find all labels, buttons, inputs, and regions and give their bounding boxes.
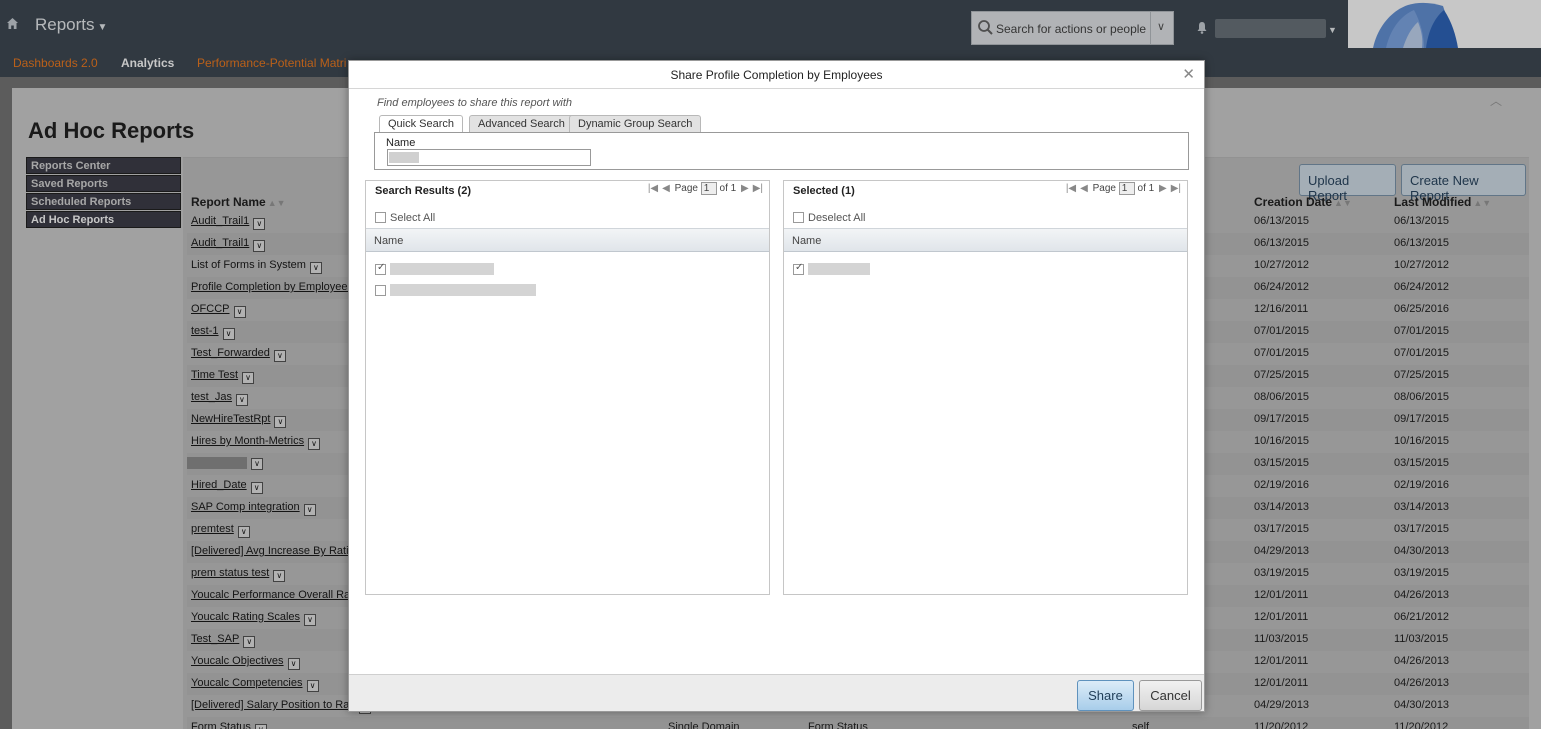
result-checkbox[interactable] bbox=[375, 285, 386, 296]
employee-name bbox=[390, 284, 536, 296]
page-label: Page bbox=[1092, 183, 1116, 195]
tab-dynamic-group-search[interactable]: Dynamic Group Search bbox=[569, 115, 702, 132]
prev-page-icon[interactable]: ◀ bbox=[1080, 183, 1088, 194]
list-item[interactable] bbox=[375, 283, 536, 297]
list-item[interactable] bbox=[793, 262, 870, 276]
employee-name bbox=[808, 263, 870, 275]
name-column-header: Name bbox=[792, 235, 822, 247]
list-item[interactable] bbox=[375, 262, 494, 276]
search-results-pager: |◀ ◀ Page 1 of 1 ▶ ▶| bbox=[646, 182, 765, 195]
last-page-icon[interactable]: ▶| bbox=[753, 183, 763, 194]
page-count: of 1 bbox=[719, 183, 737, 195]
deselect-all-checkbox[interactable] bbox=[793, 212, 804, 223]
dialog-footer: Share Cancel bbox=[349, 674, 1204, 711]
name-field-label: Name bbox=[386, 137, 416, 149]
share-dialog: Share Profile Completion by Employees ✕ … bbox=[348, 60, 1205, 712]
page-label: Page bbox=[674, 183, 698, 195]
quick-search-panel: Name bbox=[374, 132, 1189, 170]
search-results-panel: Search Results (2) |◀ ◀ Page 1 of 1 ▶ ▶| S… bbox=[365, 180, 770, 595]
page-number-input[interactable]: 1 bbox=[700, 182, 717, 195]
dialog-header: Share Profile Completion by Employees ✕ bbox=[349, 61, 1204, 89]
search-results-title: Search Results (2) bbox=[375, 185, 471, 197]
prev-page-icon[interactable]: ◀ bbox=[662, 183, 670, 194]
select-all-checkbox[interactable] bbox=[375, 212, 386, 223]
cancel-button[interactable]: Cancel bbox=[1139, 680, 1202, 711]
last-page-icon[interactable]: ▶| bbox=[1171, 183, 1181, 194]
result-checkbox[interactable] bbox=[375, 262, 386, 275]
next-page-icon[interactable]: ▶ bbox=[1159, 183, 1167, 194]
select-all-label: Select All bbox=[390, 212, 436, 224]
employee-name bbox=[390, 263, 494, 275]
deselect-all-toggle[interactable]: Deselect All bbox=[793, 212, 865, 224]
selected-panel: Selected (1) |◀ ◀ Page 1 of 1 ▶ ▶| Deselec… bbox=[783, 180, 1188, 595]
tab-quick-search[interactable]: Quick Search bbox=[379, 115, 464, 133]
selected-pager: |◀ ◀ Page 1 of 1 ▶ ▶| bbox=[1064, 182, 1183, 195]
selected-header: Name bbox=[784, 228, 1187, 252]
selected-title: Selected (1) bbox=[793, 185, 855, 197]
name-input-value bbox=[389, 152, 419, 163]
tab-advanced-search[interactable]: Advanced Search bbox=[469, 115, 574, 132]
close-icon[interactable]: ✕ bbox=[1182, 65, 1195, 83]
first-page-icon[interactable]: |◀ bbox=[1066, 183, 1076, 194]
search-results-header: Name bbox=[366, 228, 769, 252]
page-count: of 1 bbox=[1137, 183, 1155, 195]
first-page-icon[interactable]: |◀ bbox=[648, 183, 658, 194]
select-all-toggle[interactable]: Select All bbox=[375, 212, 435, 224]
share-button[interactable]: Share bbox=[1077, 680, 1134, 711]
page-number-input[interactable]: 1 bbox=[1118, 182, 1135, 195]
dialog-title: Share Profile Completion by Employees bbox=[670, 68, 883, 82]
selected-checkbox[interactable] bbox=[793, 262, 804, 275]
deselect-all-label: Deselect All bbox=[808, 212, 866, 224]
next-page-icon[interactable]: ▶ bbox=[741, 183, 749, 194]
name-column-header: Name bbox=[374, 235, 404, 247]
find-employees-label: Find employees to share this report with bbox=[377, 97, 573, 109]
